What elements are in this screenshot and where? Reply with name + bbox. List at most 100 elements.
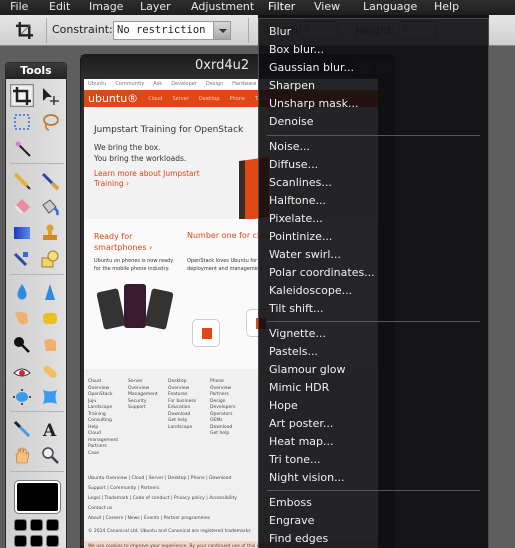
filter-water-swirl[interactable]: Water swirl...: [269, 246, 341, 264]
menu-adjustment[interactable]: Adjustment: [191, 0, 254, 15]
filter-pastels[interactable]: Pastels...: [269, 343, 318, 361]
lasso-tool[interactable]: [38, 110, 62, 133]
color-slot[interactable]: [14, 519, 27, 531]
clone-stamp-tool[interactable]: [38, 221, 62, 244]
color-slot[interactable]: [46, 535, 59, 547]
color-replace-tool[interactable]: [10, 247, 34, 270]
menu-language[interactable]: Language: [363, 0, 417, 15]
text-tool[interactable]: A: [38, 417, 62, 440]
red-eye-tool[interactable]: [10, 359, 34, 382]
shape-tool[interactable]: [38, 247, 62, 270]
filter-heat-map[interactable]: Heat map...: [269, 433, 334, 451]
filter-pixelate[interactable]: Pixelate...: [269, 210, 323, 228]
burn-icon: [44, 338, 56, 351]
cloud-node-image: [192, 319, 220, 347]
filter-scanlines[interactable]: Scanlines...: [269, 174, 332, 192]
filter-find-edges[interactable]: Find edges: [269, 530, 328, 548]
move-tool[interactable]: [38, 84, 62, 107]
color-replace-icon: [13, 251, 28, 266]
dodge-tool[interactable]: [10, 333, 34, 356]
paint-bucket-icon: [42, 198, 59, 216]
filter-denoise[interactable]: Denoise: [269, 113, 314, 131]
divider: [10, 163, 64, 164]
filter-tri-tone[interactable]: Tri tone...: [269, 451, 320, 469]
filter-noise[interactable]: Noise...: [269, 138, 310, 156]
menu-image[interactable]: Image: [89, 0, 123, 15]
pencil-icon: [13, 172, 31, 190]
lasso-icon: [43, 113, 59, 131]
filter-glamour-glow[interactable]: Glamour glow: [269, 361, 346, 379]
dodge-icon: [14, 336, 30, 353]
filter-menu: Blur Box blur... Gaussian blur... Sharpe…: [258, 18, 489, 548]
filter-kaleidoscope[interactable]: Kaleidoscope...: [269, 282, 352, 300]
filter-halftone[interactable]: Halftone...: [269, 192, 326, 210]
pencil-tool[interactable]: [10, 169, 34, 192]
menu-bar: File Edit Image Layer Adjustment Filter …: [0, 0, 515, 15]
red-eye-icon: [13, 368, 31, 376]
feature-text-phones: Ubuntu on phones is now ready for the mo…: [94, 258, 174, 272]
menu-file[interactable]: File: [10, 0, 28, 15]
spot-heal-tool[interactable]: [38, 359, 62, 382]
filter-box-blur[interactable]: Box blur...: [269, 41, 324, 59]
color-slot[interactable]: [46, 519, 59, 531]
menu-help[interactable]: Help: [434, 0, 459, 15]
magic-wand-tool[interactable]: [10, 136, 34, 159]
spot-heal-icon: [43, 365, 57, 378]
filter-hope[interactable]: Hope: [269, 397, 298, 415]
filter-diffuse[interactable]: Diffuse...: [269, 156, 318, 174]
filter-tilt-shift[interactable]: Tilt shift...: [269, 300, 324, 318]
color-slot[interactable]: [30, 519, 43, 531]
color-picker-tool[interactable]: [10, 417, 34, 440]
crop-tool[interactable]: [10, 84, 34, 107]
brush-icon: [41, 172, 60, 190]
filter-vignette[interactable]: Vignette...: [269, 325, 326, 343]
sharpen-icon: [45, 283, 55, 300]
pinch-tool[interactable]: [38, 385, 62, 408]
filter-blur[interactable]: Blur: [269, 23, 291, 41]
marquee-tool[interactable]: [10, 110, 34, 133]
zoom-tool[interactable]: [38, 443, 62, 466]
color-slot[interactable]: [30, 535, 43, 547]
smudge-tool[interactable]: [10, 306, 34, 329]
hand-tool[interactable]: [10, 443, 34, 466]
bloat-tool[interactable]: [10, 385, 34, 408]
hero-link: Learn more about Jumpstart Training ›: [94, 169, 200, 188]
filter-art-poster[interactable]: Art poster...: [269, 415, 333, 433]
tools-panel-title: Tools: [6, 63, 66, 79]
burn-tool[interactable]: [38, 333, 62, 356]
blur-tool[interactable]: [10, 280, 34, 303]
gradient-tool[interactable]: [10, 221, 34, 244]
filter-gaussian-blur[interactable]: Gaussian blur...: [269, 59, 354, 77]
constraint-value: No restriction: [117, 24, 206, 36]
menu-view[interactable]: View: [314, 0, 340, 15]
sponge-tool[interactable]: [38, 306, 62, 329]
foreground-color-swatch[interactable]: [15, 481, 60, 513]
filter-polar-coordinates[interactable]: Polar coordinates...: [269, 264, 375, 282]
divider: [10, 411, 64, 412]
filter-night-vision[interactable]: Night vision...: [269, 469, 345, 487]
color-slot[interactable]: [14, 535, 27, 547]
phones-image: [96, 284, 174, 332]
feature-title-phones: Ready for smartphones ›: [94, 232, 153, 252]
filter-emboss[interactable]: Emboss: [269, 494, 312, 512]
brush-tool[interactable]: [38, 169, 62, 192]
ubuntu-logo: ubuntu®: [88, 92, 139, 105]
filter-mimic-hdr[interactable]: Mimic HDR: [269, 379, 329, 397]
filter-pointinize[interactable]: Pointinize...: [269, 228, 332, 246]
menu-divider: [267, 135, 480, 136]
constraint-select[interactable]: No restriction: [113, 21, 231, 40]
filter-sharpen[interactable]: Sharpen: [269, 77, 315, 95]
menu-layer[interactable]: Layer: [140, 0, 171, 15]
smudge-icon: [15, 311, 28, 324]
filter-unsharp-mask[interactable]: Unsharp mask...: [269, 95, 359, 113]
chevron-down-icon[interactable]: [213, 22, 230, 39]
menu-edit[interactable]: Edit: [49, 0, 70, 15]
sharpen-tool[interactable]: [38, 280, 62, 303]
eraser-icon: [15, 198, 30, 213]
menu-filter[interactable]: Filter: [268, 0, 295, 15]
filter-engrave[interactable]: Engrave: [269, 512, 314, 530]
clone-stamp-icon: [43, 224, 57, 240]
eraser-tool[interactable]: [10, 195, 34, 218]
paint-bucket-tool[interactable]: [38, 195, 62, 218]
crop-icon: [13, 86, 31, 105]
